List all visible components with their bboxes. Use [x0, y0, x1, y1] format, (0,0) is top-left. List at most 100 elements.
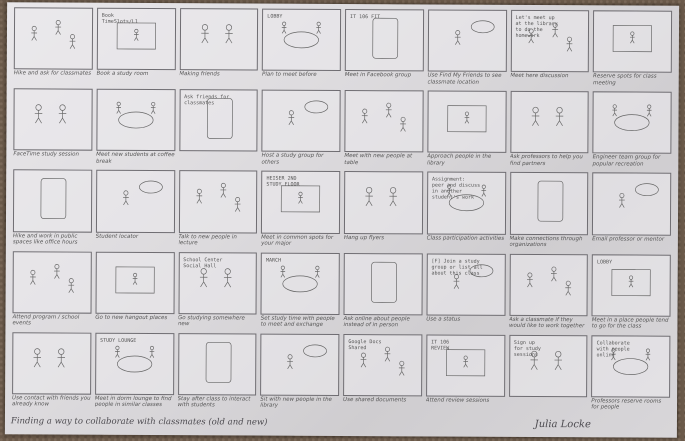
storyboard-sheet: Hike and ask for classmates Book TimeSlo… — [4, 2, 680, 438]
panel-sketch: Ask friends for classmates — [178, 89, 258, 152]
panel-caption: Ask professors to help you find partners — [509, 154, 583, 167]
panel-sketch — [343, 171, 424, 235]
panel-caption: Meet in Facebook group — [344, 72, 412, 79]
panel-sketch — [509, 172, 589, 235]
panel-sketch: IT 106 REVIEW — [425, 334, 505, 397]
panel-sketch — [12, 169, 93, 233]
panel-caption: Make connections through organizations — [509, 235, 583, 249]
panel-sketch: School Center Social Hall — [178, 251, 258, 315]
panel-caption: Engineer team group for popular recreati… — [592, 154, 661, 168]
storyboard-panel: Collaborate with people online Professors… — [590, 334, 671, 414]
storyboard-panel: IT 106 REVIEW Attend review sessions — [425, 333, 506, 413]
storyboard-panel: Host a study group for others — [261, 89, 342, 169]
panel-sketch-text: School Center Social Hall — [183, 256, 223, 269]
panel-sketch-text: Let's meet up at the library to do the h… — [515, 14, 558, 40]
panel-sketch: Book TimeSlots/L1 — [96, 7, 176, 71]
storyboard-panel: Ask online about people instead of in pe… — [342, 252, 423, 332]
storyboard-panel: Engineer team group for popular recreati… — [592, 90, 673, 170]
panel-caption — [179, 152, 258, 167]
storyboard-panel: Ask professors to help you find partners — [509, 90, 590, 170]
panel-caption: Hang up flyers — [343, 234, 385, 241]
panel-caption: Use shared documents — [343, 396, 407, 404]
storyboard-panel: Making friends — [178, 7, 259, 87]
panel-sketch — [13, 88, 93, 152]
storyboard-panel: Go to new hangout places — [94, 250, 175, 330]
panel-sketch — [12, 250, 92, 314]
storyboard-panel: Sit with new people in the library — [259, 332, 340, 412]
storyboard-panel: Google Docs Shared Use shared documents — [342, 333, 423, 413]
storyboard-panel: Meet with new people at table — [343, 89, 424, 169]
storyboard-panel: MARCH Set study time with people to meet … — [260, 251, 341, 331]
sheet-footer: Finding a way to collaborate with classm… — [11, 414, 671, 431]
panel-sketch: STUDY LOUNGE — [94, 332, 174, 396]
storyboard-panel: Use contact with friends you already kno… — [11, 331, 92, 411]
storyboard-panel: Assignment: peer and discuss in another … — [426, 171, 507, 251]
panel-sketch: Collaborate with people online — [591, 335, 671, 398]
panel-sketch — [177, 332, 257, 396]
panel-caption: Student locator — [95, 233, 139, 240]
panel-sketch-text: Sign up for study sessions — [513, 339, 541, 358]
panel-caption: Ask online about people instead of in pe… — [343, 315, 410, 329]
panel-sketch-text: Google Docs Shared — [348, 338, 382, 351]
panel-sketch — [509, 91, 589, 154]
panel-caption: Reserve spots for class meeting — [592, 73, 657, 87]
panel-caption: Professors reserve rooms for people — [591, 398, 662, 411]
panel-caption: Ask a classmate if they would like to wo… — [508, 316, 585, 330]
panel-sketch — [95, 170, 175, 233]
storyboard-panel: [F] Join a study group or list all about… — [425, 252, 506, 332]
storyboard-panel: LOBBY Plan to meet before — [261, 8, 342, 88]
panel-sketch — [592, 172, 672, 236]
panel-caption: Approach people in the library — [427, 153, 492, 167]
panel-caption: Talk to new people in lecture — [178, 233, 237, 247]
panel-caption: Meet in dorm lounge to find people in si… — [94, 395, 172, 409]
panel-caption: Email professor or mentor — [592, 235, 665, 243]
panel-sketch — [344, 90, 424, 153]
panel-caption: Making friends — [179, 71, 220, 78]
storyboard-panel: Attend program / school events — [11, 250, 92, 330]
storyboard-panel: Hike and ask for classmates — [13, 6, 94, 86]
storyboard-panel: Let's meet up at the library to do the h… — [509, 9, 590, 89]
panel-caption: Go to new hangout places — [95, 314, 168, 321]
storyboard-panel: HEISER 2ND STUDY FLOOR Meet in common spo… — [260, 170, 341, 250]
panel-sketch-text: Collaborate with people online — [596, 340, 630, 359]
panel-sketch-text: IT 106 FIT — [350, 14, 381, 21]
panel-sketch-text: MARCH — [266, 257, 282, 264]
storyboard-panel: FaceTime study session — [12, 87, 93, 167]
panel-caption: Sit with new people in the library — [260, 396, 332, 410]
panel-sketch — [593, 10, 673, 73]
panel-caption: Go studying somewhere new — [177, 314, 245, 328]
storyboard-panel: Approach people in the library — [426, 90, 507, 170]
panel-sketch — [427, 90, 507, 154]
panel-caption: Attend program / school events — [12, 314, 80, 327]
panel-sketch: [F] Join a study group or list all about… — [426, 253, 506, 316]
panel-sketch-text: LOBBY — [597, 258, 613, 266]
panel-caption: Plan to meet before — [261, 71, 317, 79]
storyboard-panel: Reserve spots for class meeting — [592, 9, 673, 89]
panel-sketch — [179, 8, 259, 71]
panel-sketch: LOBBY — [591, 253, 671, 317]
panel-sketch — [12, 332, 92, 395]
storyboard-panel: Stay after class to interact with studen… — [176, 332, 257, 412]
panel-caption: Host a study group for others — [261, 152, 324, 166]
panel-sketch: IT 106 FIT — [344, 9, 424, 72]
storyboard-panel: Email professor or mentor — [591, 172, 672, 252]
sheet-title: Finding a way to collaborate with classm… — [10, 416, 268, 428]
panel-sketch — [343, 252, 423, 316]
panel-sketch — [592, 91, 672, 155]
storyboard-panel: Student locator — [95, 169, 176, 249]
panel-sketch: MARCH — [260, 252, 340, 315]
storyboard-panel: LOBBY Meet in a place people tend to go f… — [591, 253, 672, 333]
storyboard-panel: Meet new students at coffee break — [95, 88, 176, 168]
panel-caption: Hike and ask for classmates — [13, 70, 92, 77]
panel-sketch-text: Assignment: peer and discuss in another … — [431, 176, 481, 202]
panel-sketch — [95, 251, 175, 314]
panel-caption: Meet new students at coffee break — [96, 152, 175, 165]
author-signature: Julia Locke — [534, 418, 591, 430]
storyboard-panel: School Center Social Hall Go studying som… — [177, 251, 258, 331]
panel-caption: Attend review sessions — [425, 397, 490, 404]
panel-sketch — [261, 89, 341, 153]
storyboard-panel: Talk to new people in lecture — [177, 170, 258, 250]
panel-sketch — [178, 170, 258, 234]
storyboard-panel: STUDY LOUNGE Meet in dorm lounge to find … — [94, 332, 175, 412]
storyboard-panel: Ask a classmate if they would like to wo… — [508, 252, 589, 332]
